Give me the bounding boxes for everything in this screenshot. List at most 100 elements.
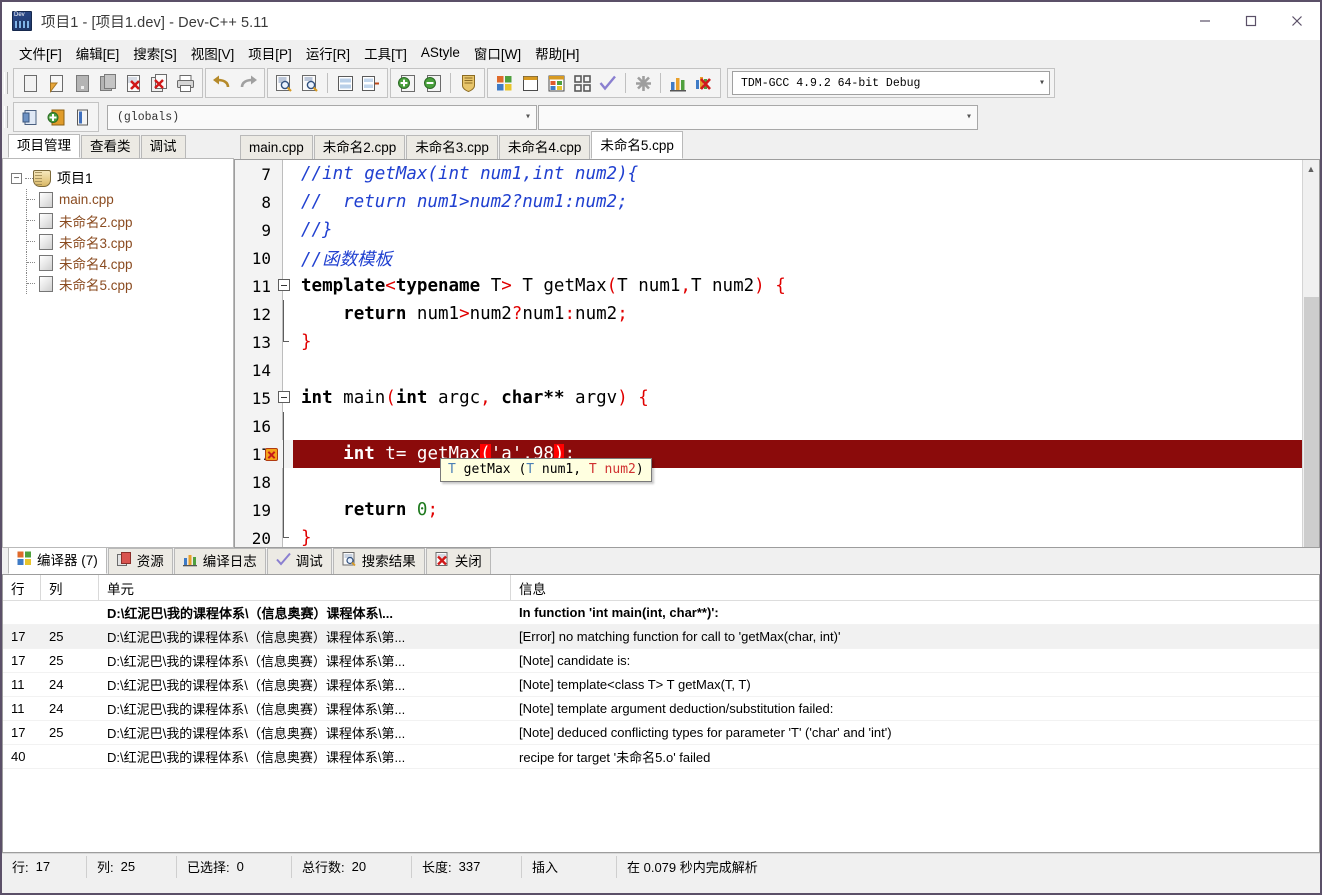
sidebar-tab-debug[interactable]: 调试 [140, 135, 186, 158]
menu-astyle[interactable]: AStyle [414, 42, 467, 63]
tree-item-unnamed3[interactable]: 未命名3.cpp [3, 231, 233, 252]
menu-view[interactable]: 视图[V] [184, 40, 242, 66]
scroll-thumb[interactable] [1303, 297, 1319, 547]
bottom-tab-compiler[interactable]: 编译器 (7) [8, 547, 107, 574]
fold-area[interactable] [277, 272, 293, 300]
code-line-20[interactable]: 20 } [235, 524, 1302, 547]
menu-tools[interactable]: 工具[T] [357, 40, 414, 66]
fold-collapse-icon[interactable] [278, 391, 290, 403]
close-all-icon[interactable] [147, 70, 173, 96]
column-header-unit[interactable]: 单元 [99, 575, 511, 600]
tree-root-node[interactable]: − 项目1 [3, 167, 233, 189]
code-lines[interactable]: 7 //int getMax(int num1,int num2){ 8 // … [235, 160, 1302, 547]
minimize-icon[interactable] [1182, 2, 1228, 40]
tree-item-unnamed4[interactable]: 未命名4.cpp [3, 252, 233, 273]
scroll-up-icon[interactable]: ▲ [1302, 160, 1319, 177]
editor-tab-unnamed2[interactable]: 未命名2.cpp [313, 135, 406, 159]
code-line-13[interactable]: 13 } [235, 328, 1302, 356]
toolbar-grip[interactable] [4, 72, 8, 94]
open-file-icon[interactable] [43, 70, 69, 96]
run-icon[interactable] [517, 70, 543, 96]
print-icon[interactable] [173, 70, 199, 96]
save-all-icon[interactable] [95, 70, 121, 96]
bottom-tab-resource[interactable]: 资源 [107, 548, 173, 574]
menu-edit[interactable]: 编辑[E] [69, 40, 127, 66]
code-line-16[interactable]: 16 [235, 412, 1302, 440]
column-header-col[interactable]: 列 [41, 575, 99, 600]
close-icon[interactable] [1274, 2, 1320, 40]
code-editor[interactable]: 7 //int getMax(int num1,int num2){ 8 // … [234, 159, 1320, 548]
code-line-14[interactable]: 14 [235, 356, 1302, 384]
remove-from-project-icon[interactable] [420, 70, 446, 96]
goto-line-icon[interactable] [332, 70, 358, 96]
table-row[interactable]: 17 25 D:\红泥巴\我的课程体系\（信息奥赛）课程体系\第... [Not… [3, 649, 1319, 673]
rebuild-all-icon[interactable] [569, 70, 595, 96]
menu-window[interactable]: 窗口[W] [467, 40, 528, 66]
menu-run[interactable]: 运行[R] [299, 40, 357, 66]
table-row[interactable]: 17 25 D:\红泥巴\我的课程体系\（信息奥赛）课程体系\第... [Not… [3, 721, 1319, 745]
code-line-8[interactable]: 8 // return num1>num2?num1:num2; [235, 188, 1302, 216]
close-file-icon[interactable] [121, 70, 147, 96]
insert-icon[interactable] [43, 104, 69, 130]
new-file-icon[interactable] [17, 70, 43, 96]
fold-collapse-icon[interactable] [278, 279, 290, 291]
status-insert-mode[interactable]: 插入 [522, 855, 617, 878]
profile-icon[interactable] [665, 70, 691, 96]
scroll-track[interactable] [1302, 177, 1319, 547]
project-options-icon[interactable] [455, 70, 481, 96]
code-line-15[interactable]: 15 int main(int argc, char** argv) { [235, 384, 1302, 412]
code-line-12[interactable]: 12 return num1>num2?num1:num2; [235, 300, 1302, 328]
save-icon[interactable] [69, 70, 95, 96]
expander-collapse-icon[interactable]: − [11, 172, 22, 184]
compiler-set-select[interactable]: TDM-GCC 4.9.2 64-bit Debug ▾ [732, 71, 1050, 95]
globals-combo[interactable]: (globals) ▾ [107, 104, 537, 130]
menu-project[interactable]: 项目[P] [241, 40, 299, 66]
syntax-check-icon[interactable] [595, 70, 621, 96]
tree-item-main[interactable]: main.cpp [3, 189, 233, 210]
column-header-line[interactable]: 行 [3, 575, 41, 600]
goto-function-icon[interactable] [358, 70, 384, 96]
table-row[interactable]: 11 24 D:\红泥巴\我的课程体系\（信息奥赛）课程体系\第... [Not… [3, 673, 1319, 697]
bottom-tab-build-log[interactable]: 编译日志 [173, 548, 266, 574]
fold-area[interactable] [277, 384, 293, 412]
compile-icon[interactable] [491, 70, 517, 96]
toggle-panel-icon[interactable] [69, 104, 95, 130]
table-row[interactable]: 11 24 D:\红泥巴\我的课程体系\（信息奥赛）课程体系\第... [Not… [3, 697, 1319, 721]
bottom-tab-debug[interactable]: 调试 [266, 548, 332, 574]
stop-execution-icon[interactable] [630, 70, 656, 96]
code-line-19[interactable]: 19 return 0; [235, 496, 1302, 524]
members-combo[interactable]: ▾ [538, 104, 978, 130]
add-to-project-icon[interactable] [394, 70, 420, 96]
menu-help[interactable]: 帮助[H] [528, 40, 586, 66]
table-row[interactable]: 40 D:\红泥巴\我的课程体系\（信息奥赛）课程体系\第... recipe … [3, 745, 1319, 769]
code-line-7[interactable]: 7 //int getMax(int num1,int num2){ [235, 160, 1302, 188]
redo-icon[interactable] [235, 70, 261, 96]
tree-item-unnamed2[interactable]: 未命名2.cpp [3, 210, 233, 231]
compile-run-icon[interactable] [543, 70, 569, 96]
bottom-tab-close[interactable]: 关闭 [425, 548, 491, 574]
undo-icon[interactable] [209, 70, 235, 96]
bottom-tab-search-results[interactable]: 搜索结果 [332, 548, 425, 574]
code-line-11[interactable]: 11 template<typename T> T getMax(T num1,… [235, 272, 1302, 300]
toolbar-grip-2[interactable] [4, 106, 8, 128]
editor-tab-main[interactable]: main.cpp [240, 135, 313, 159]
editor-tab-unnamed5[interactable]: 未命名5.cpp [591, 131, 683, 159]
code-line-10[interactable]: 10 //函数模板 [235, 244, 1302, 272]
code-line-18[interactable]: 18 [235, 468, 1302, 496]
code-line-17[interactable]: 17 int t= getMax('a',98); [235, 440, 1302, 468]
sidebar-tab-classes[interactable]: 查看类 [81, 135, 140, 158]
code-line-9[interactable]: 9 //} [235, 216, 1302, 244]
editor-tab-unnamed3[interactable]: 未命名3.cpp [406, 135, 498, 159]
menu-file[interactable]: 文件[F] [12, 40, 69, 66]
sidebar-tab-project[interactable]: 项目管理 [8, 134, 80, 158]
menu-search[interactable]: 搜索[S] [126, 40, 184, 66]
debug-icon[interactable] [691, 70, 717, 96]
maximize-icon[interactable] [1228, 2, 1274, 40]
replace-icon[interactable] [297, 70, 323, 96]
editor-vertical-scrollbar[interactable]: ▲ ▼ [1302, 160, 1319, 547]
editor-tab-unnamed4[interactable]: 未命名4.cpp [498, 135, 591, 159]
new-project-icon[interactable] [17, 104, 43, 130]
column-header-message[interactable]: 信息 [511, 575, 1319, 600]
tree-item-unnamed5[interactable]: 未命名5.cpp [3, 273, 233, 294]
table-row[interactable]: 17 25 D:\红泥巴\我的课程体系\（信息奥赛）课程体系\第... [Err… [3, 625, 1319, 649]
